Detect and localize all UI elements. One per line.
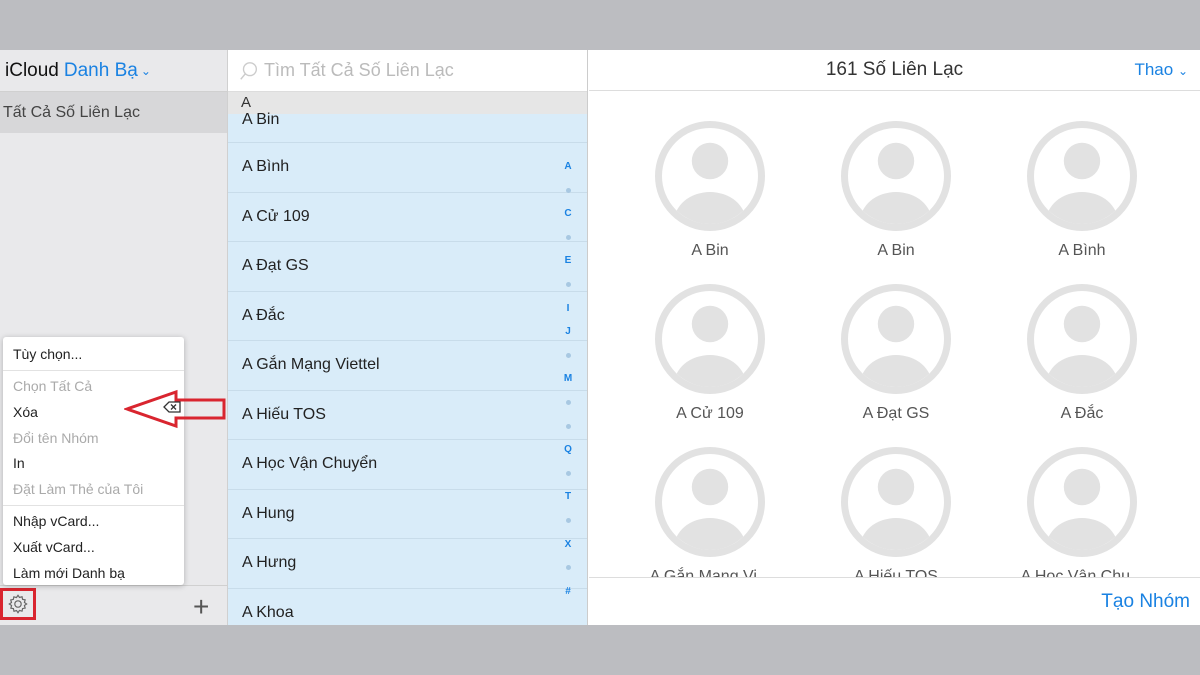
contact-card[interactable]: A Cử 109: [617, 284, 803, 423]
settings-menu: Tùy chọn... Chọn Tất Cả Xóa Đổi tên Nhóm In Đ…: [3, 337, 184, 585]
contact-card[interactable]: A Hiếu TOS: [803, 447, 989, 577]
contact-cards: 161 Số Liên Lạc Thao ⌄ A Bin A Bin A Bình A…: [589, 50, 1200, 625]
contact-card[interactable]: A Bình: [989, 121, 1175, 260]
card-name: A Hiếu TOS: [854, 568, 938, 577]
contact-card[interactable]: A Đạt GS: [803, 284, 989, 423]
index-dot[interactable]: [565, 282, 571, 288]
menu-item[interactable]: Nhập vCard...: [3, 509, 184, 535]
contact-row[interactable]: A Học Vận Chuyển: [228, 440, 587, 490]
index-dot[interactable]: [565, 353, 571, 359]
contact-row[interactable]: A Khoa: [228, 589, 587, 626]
card-name: A Gắn Mạng Vi...: [649, 568, 771, 577]
contact-card[interactable]: A Đắc: [989, 284, 1175, 423]
menu-item[interactable]: Tùy chọn...: [3, 341, 184, 367]
card-name: A Đạt GS: [862, 405, 930, 422]
detail-footer: Tạo Nhóm: [589, 577, 1200, 625]
contact-card[interactable]: A Học Vận Chu...: [989, 447, 1175, 577]
contact-card[interactable]: A Bin: [617, 121, 803, 260]
index-dot[interactable]: [565, 423, 571, 429]
avatar-icon: [841, 121, 951, 231]
detail-header: 161 Số Liên Lạc Thao ⌄: [589, 50, 1200, 91]
avatar-icon: [1027, 284, 1137, 394]
group-all-contacts[interactable]: Tất Cả Số Liên Lạc: [0, 92, 227, 133]
chevron-down-icon: ⌄: [1177, 64, 1188, 78]
contact-row[interactable]: A Hưng: [228, 539, 587, 589]
app-name: iCloud: [5, 59, 59, 81]
gear-icon: [8, 594, 28, 614]
card-name: A Đắc: [1060, 405, 1104, 422]
delete-key-icon: [163, 401, 181, 413]
avatar-icon: [841, 447, 951, 557]
index-dot[interactable]: [565, 187, 571, 193]
contact-list: Tìm Tất Cả Số Liên Lạc A A Bin A Bình A Cử…: [228, 50, 588, 625]
index-dot[interactable]: [565, 565, 571, 571]
index-dot[interactable]: [565, 400, 571, 406]
card-name: A Bình: [1058, 242, 1106, 259]
create-group-button[interactable]: Tạo Nhóm: [1101, 591, 1190, 613]
contact-row[interactable]: A Cử 109: [228, 193, 587, 242]
settings-button[interactable]: [0, 588, 36, 620]
menu-separator: [3, 369, 184, 371]
sidebar-footer: +: [0, 585, 228, 625]
card-name: A Cử 109: [676, 405, 744, 422]
avatar-icon: [841, 284, 951, 394]
contact-row[interactable]: A Hung: [228, 490, 587, 539]
menu-separator: [3, 504, 184, 506]
index-letter[interactable]: J: [565, 320, 571, 344]
avatar-icon: [1027, 121, 1137, 231]
menu-item: Đặt Làm Thẻ của Tôi: [13, 480, 144, 497]
contact-row[interactable]: A Bình: [228, 143, 587, 193]
search-placeholder: Tìm Tất Cả Số Liên Lạc: [264, 60, 454, 80]
index-letter[interactable]: T: [565, 485, 571, 509]
app-section: Danh Bạ: [63, 59, 138, 81]
sidebar: iCloud Danh Bạ ⌄ Tất Cả Số Liên Lạc + Tù…: [0, 50, 228, 625]
index-letter[interactable]: #: [565, 580, 571, 604]
avatar-icon: [655, 284, 765, 394]
avatar-icon: [655, 121, 765, 231]
card-grid: A Bin A Bin A Bình A Cử 109 A Đạt GS A Đắc A G…: [589, 121, 1200, 577]
contact-count: 161 Số Liên Lạc: [825, 59, 964, 80]
index-letter[interactable]: Q: [564, 438, 572, 462]
contact-card[interactable]: A Gắn Mạng Vi...: [617, 447, 803, 577]
contacts-app: iCloud Danh Bạ ⌄ Tất Cả Số Liên Lạc + Tù…: [0, 50, 1200, 625]
alphabet-index[interactable]: A C E I J M Q T X #: [558, 155, 578, 603]
search-icon: [240, 61, 258, 80]
card-name: A Học Vận Chu...: [1020, 568, 1144, 577]
contact-rows: A Bin A Bình A Cử 109 A Đạt GS A Đắc A Gắn Mạ…: [228, 112, 587, 626]
avatar-icon: [655, 447, 765, 557]
section-header: A: [228, 92, 587, 114]
menu-item[interactable]: In: [3, 450, 184, 476]
avatar-icon: [1027, 447, 1137, 557]
index-dot[interactable]: [565, 471, 571, 477]
index-letter[interactable]: I: [567, 297, 570, 321]
search-input[interactable]: Tìm Tất Cả Số Liên Lạc: [228, 50, 587, 92]
add-contact-button[interactable]: +: [193, 591, 209, 623]
app-title[interactable]: iCloud Danh Bạ ⌄: [0, 50, 227, 92]
contact-row[interactable]: A Gắn Mạng Viettel: [228, 341, 587, 391]
chevron-down-icon: ⌄: [140, 63, 151, 78]
index-letter[interactable]: A: [564, 155, 571, 179]
index-letter[interactable]: M: [564, 367, 572, 391]
index-letter[interactable]: E: [565, 249, 572, 273]
contact-row[interactable]: A Đắc: [228, 292, 587, 341]
contact-row[interactable]: A Hiếu TOS: [228, 391, 587, 440]
more-button[interactable]: Thao ⌄: [1134, 50, 1188, 91]
card-name: A Bin: [691, 242, 729, 259]
red-arrow-annotation: [124, 389, 226, 429]
contact-card[interactable]: A Bin: [803, 121, 989, 260]
contact-row[interactable]: A Bin: [228, 112, 587, 143]
contact-row[interactable]: A Đạt GS: [228, 242, 587, 292]
index-dot[interactable]: [565, 518, 571, 524]
index-dot[interactable]: [565, 235, 571, 241]
index-letter[interactable]: X: [565, 533, 572, 557]
menu-item[interactable]: Xuất vCard...: [3, 534, 184, 560]
menu-item[interactable]: Làm mới Danh bạ: [3, 560, 184, 586]
index-letter[interactable]: C: [564, 202, 571, 226]
card-name: A Bin: [877, 242, 915, 259]
